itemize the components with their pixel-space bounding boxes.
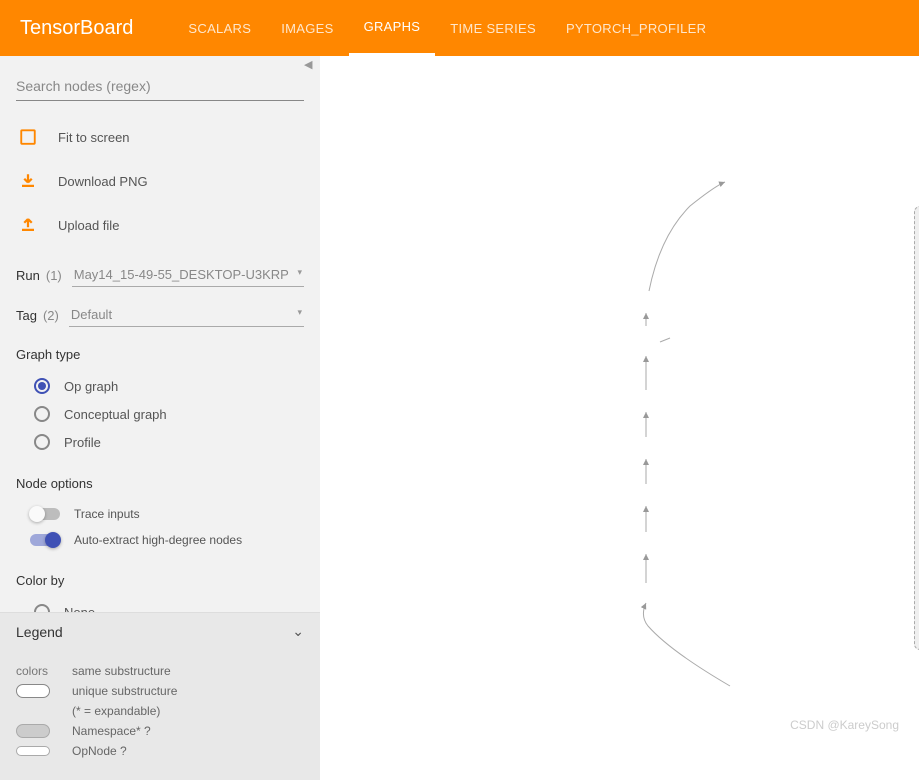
legend-swatch-namespace (16, 724, 50, 738)
module-label: MyModel (915, 217, 919, 231)
radio-label: Profile (64, 435, 101, 450)
radio-icon (34, 378, 50, 394)
radio-label: Op graph (64, 379, 118, 394)
legend-toggle[interactable]: Legend ⌄ (0, 613, 320, 650)
radio-icon (34, 434, 50, 450)
legend-swatch-opnode (16, 746, 50, 756)
radio-icon (34, 604, 50, 612)
graph-canvas[interactable]: MyModel output Linear[fc] Conv2d[con... … (320, 56, 919, 780)
legend-colors-label: colors (16, 664, 72, 678)
module-mymodel[interactable]: MyModel (914, 206, 919, 650)
radio-label: None (64, 605, 95, 613)
run-count: (1) (46, 268, 62, 283)
download-png-button[interactable]: Download PNG (16, 159, 304, 203)
legend-panel: Legend ⌄ colors same substructure unique… (0, 612, 320, 780)
node-options-header: Node options (16, 476, 304, 491)
legend-title: Legend (16, 624, 63, 640)
run-select[interactable]: May14_15-49-55_DESKTOP-U3KRP (72, 263, 304, 287)
tensorboard-logo: TensorBoard (20, 17, 133, 40)
tag-count: (2) (43, 308, 59, 323)
legend-swatch-unique (16, 684, 50, 698)
run-label: Run (16, 268, 40, 283)
upload-icon (16, 213, 40, 237)
fit-to-screen-button[interactable]: Fit to screen (16, 115, 304, 159)
legend-text: same substructure (72, 664, 171, 678)
tab-pytorch-profiler[interactable]: PYTORCH_PROFILER (551, 0, 721, 56)
watermark: CSDN @KareySong (790, 718, 899, 732)
radio-color-none[interactable]: None (16, 598, 304, 612)
tab-time-series[interactable]: TIME SERIES (435, 0, 551, 56)
color-by-header: Color by (16, 573, 304, 588)
legend-text: Namespace* ? (72, 724, 151, 738)
legend-text: (* = expandable) (72, 704, 160, 718)
collapse-icon[interactable]: ◀ (304, 58, 312, 71)
toggle-label: Trace inputs (74, 507, 140, 521)
graph-type-header: Graph type (16, 347, 304, 362)
search-input[interactable] (16, 72, 304, 101)
radio-label: Conceptual graph (64, 407, 167, 422)
download-label: Download PNG (58, 174, 148, 189)
tab-scalars[interactable]: SCALARS (173, 0, 266, 56)
radio-icon (34, 406, 50, 422)
legend-text: OpNode ? (72, 744, 127, 758)
tab-images[interactable]: IMAGES (266, 0, 348, 56)
app-header: TensorBoard SCALARS IMAGES GRAPHS TIME S… (0, 0, 919, 56)
toggle-label: Auto-extract high-degree nodes (74, 533, 242, 547)
legend-text: unique substructure (72, 684, 177, 698)
tag-label: Tag (16, 308, 37, 323)
upload-file-button[interactable]: Upload file (16, 203, 304, 247)
toggle-auto-extract[interactable] (30, 534, 60, 546)
radio-conceptual-graph[interactable]: Conceptual graph (16, 400, 304, 428)
fit-label: Fit to screen (58, 130, 130, 145)
chevron-down-icon: ⌄ (292, 623, 304, 640)
toggle-trace-inputs[interactable] (30, 508, 60, 520)
sidebar: ◀ Fit to screen Download PNG (0, 56, 320, 780)
upload-label: Upload file (58, 218, 119, 233)
radio-profile[interactable]: Profile (16, 428, 304, 456)
tab-graphs[interactable]: GRAPHS (349, 0, 436, 56)
fit-screen-icon (16, 125, 40, 149)
radio-op-graph[interactable]: Op graph (16, 372, 304, 400)
tag-select[interactable]: Default (69, 303, 304, 327)
download-icon (16, 169, 40, 193)
